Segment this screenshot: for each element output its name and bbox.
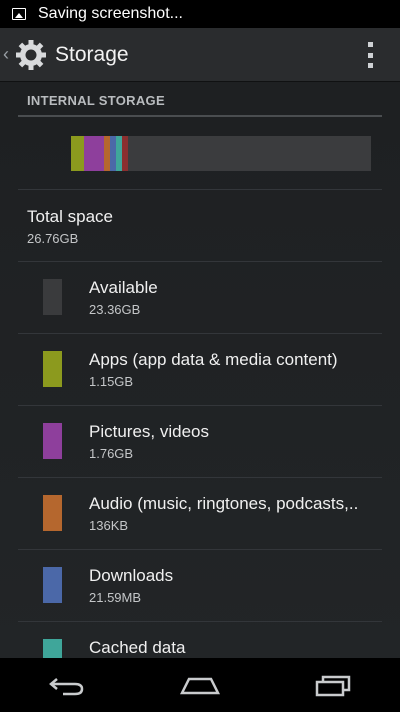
section-header: INTERNAL STORAGE [27, 93, 165, 108]
usage-segment-apps [71, 136, 84, 171]
recent-apps-icon [316, 675, 351, 697]
item-label: Apps (app data & media content) [89, 350, 338, 369]
home-button[interactable] [170, 665, 230, 705]
action-bar: ‹ Storage [0, 28, 400, 82]
storage-item-pictures[interactable]: Pictures, videos 1.76GB [0, 405, 400, 477]
color-swatch [43, 567, 62, 603]
color-swatch [43, 279, 62, 315]
item-value: 23.36GB [89, 302, 141, 317]
navigation-bar [0, 658, 400, 712]
storage-item-available[interactable]: Available 23.36GB [0, 261, 400, 333]
storage-item-cached[interactable]: Cached data [0, 621, 400, 658]
total-space-value: 26.76GB [27, 231, 79, 246]
item-label: Downloads [89, 566, 174, 585]
status-bar: Saving screenshot... [0, 0, 400, 28]
usage-segment-pictures [83, 136, 104, 171]
item-label: Audio (music, ringtones, podcasts,.. [89, 494, 359, 513]
image-icon [12, 8, 26, 20]
recents-button[interactable] [303, 665, 363, 705]
back-arrow-icon [48, 678, 83, 696]
total-space-row: Total space 26.76GB [27, 207, 113, 246]
color-swatch [43, 495, 62, 531]
item-value: 1.76GB [89, 446, 134, 461]
item-label: Pictures, videos [89, 422, 209, 441]
color-swatch [43, 423, 62, 459]
item-value: 136KB [89, 518, 129, 533]
usage-segment-misc [121, 136, 128, 171]
storage-item-downloads[interactable]: Downloads 21.59MB [0, 549, 400, 621]
storage-list: INTERNAL STORAGE Total space 26.76GB Ava… [0, 82, 400, 658]
back-caret-icon[interactable]: ‹ [3, 44, 13, 65]
back-button[interactable] [37, 665, 97, 705]
section-divider [18, 115, 382, 117]
color-swatch [43, 351, 62, 387]
settings-gear-icon[interactable] [13, 37, 49, 73]
storage-item-audio[interactable]: Audio (music, ringtones, podcasts,.. 136… [0, 477, 400, 549]
item-label: Cached data [89, 638, 186, 657]
total-space-label: Total space [27, 207, 113, 226]
divider [18, 189, 382, 190]
item-value: 1.15GB [89, 374, 134, 389]
status-text: Saving screenshot... [38, 5, 183, 22]
overflow-menu-icon[interactable] [366, 42, 374, 68]
item-value: 21.59MB [89, 590, 142, 605]
storage-usage-bar [71, 136, 371, 171]
page-title: Storage [55, 42, 129, 66]
storage-item-apps[interactable]: Apps (app data & media content) 1.15GB [0, 333, 400, 405]
color-swatch [43, 639, 62, 658]
home-icon [179, 677, 221, 695]
item-label: Available [89, 278, 158, 297]
